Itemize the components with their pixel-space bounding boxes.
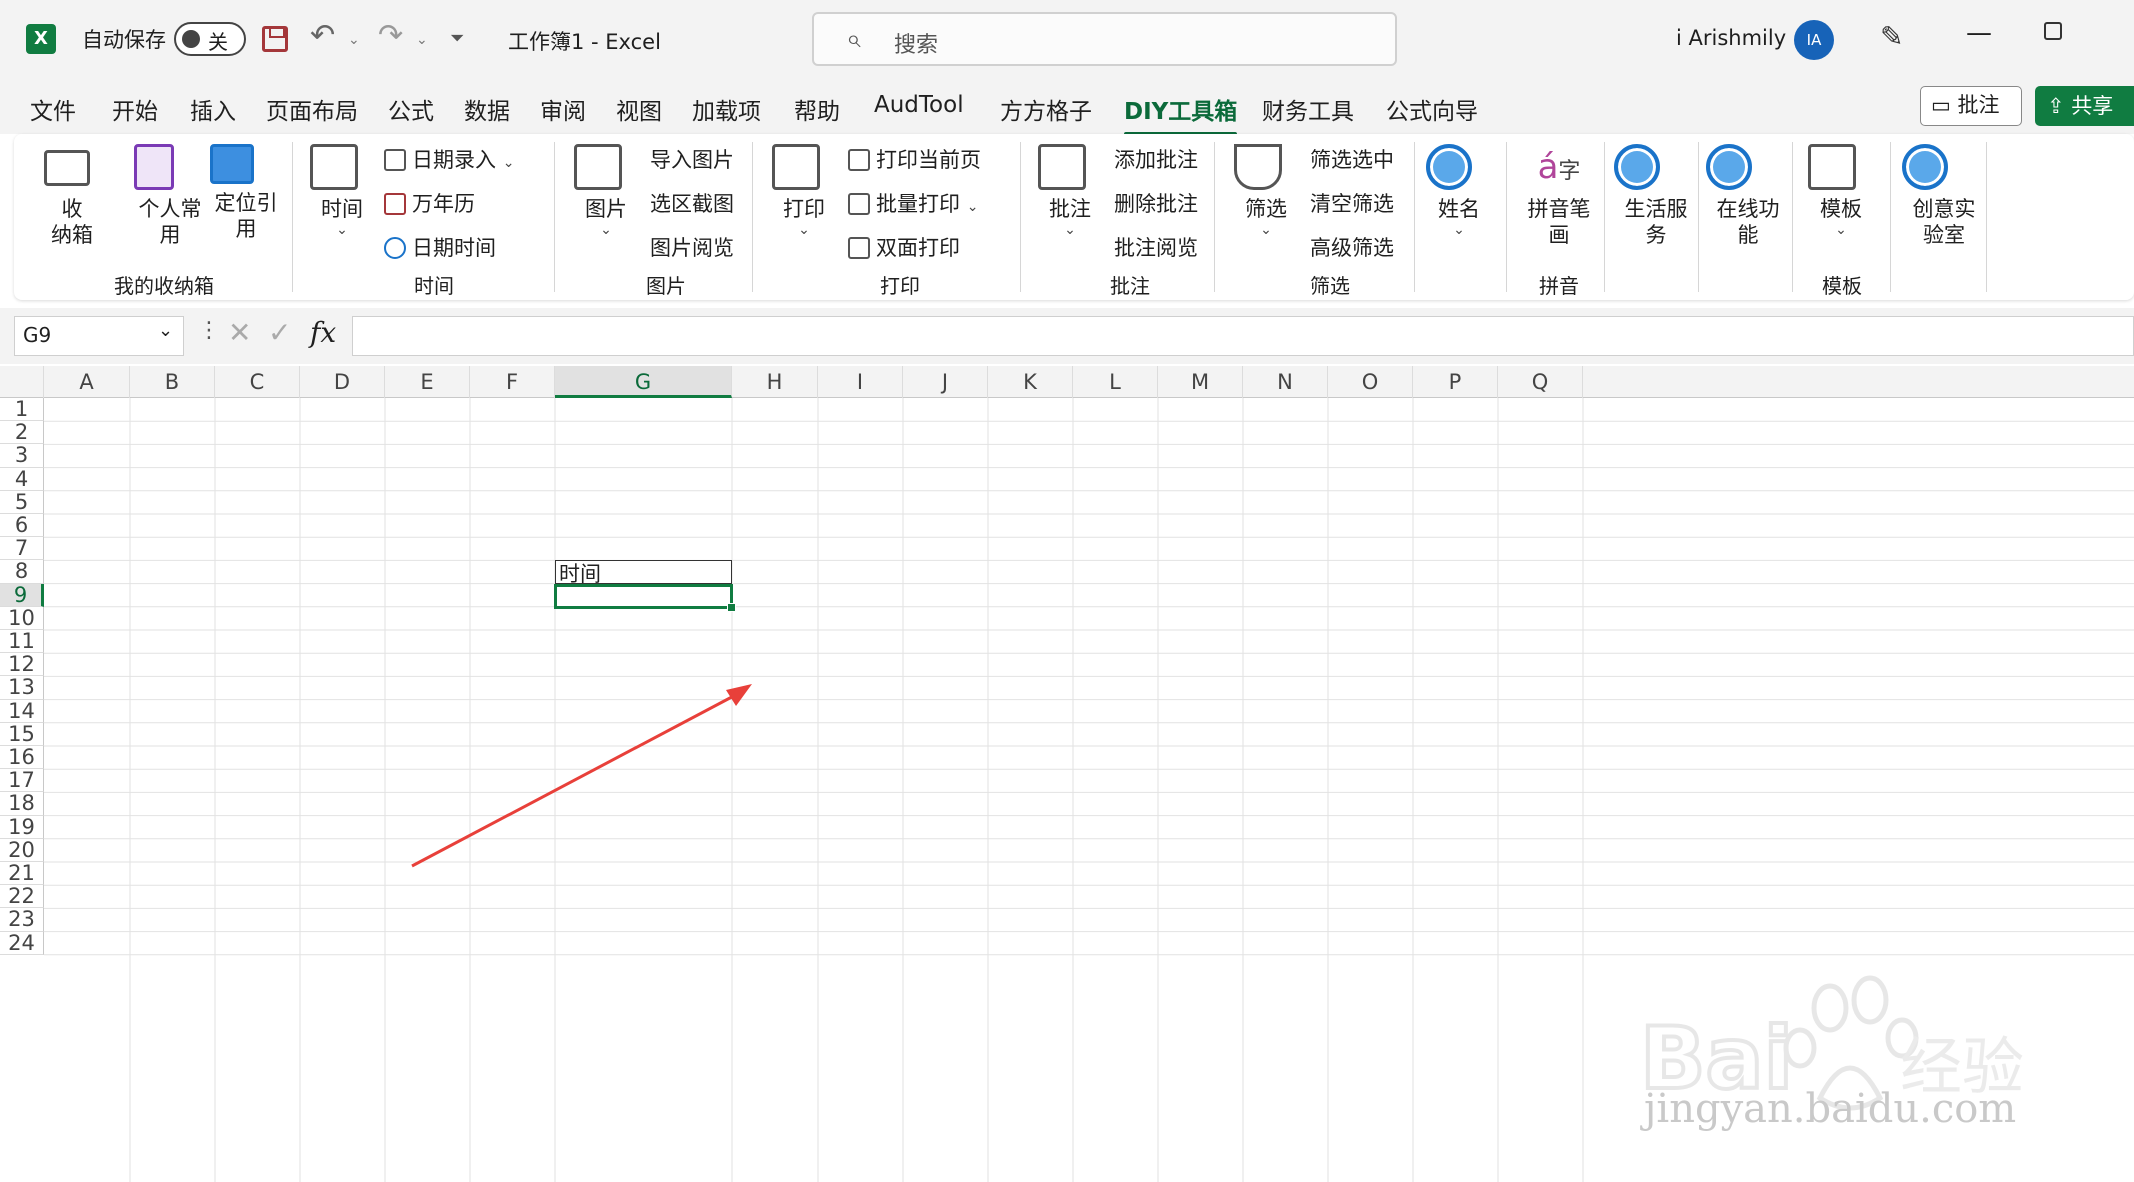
arrow-line xyxy=(411,688,746,868)
watermark-url: jingyan.baidu.com xyxy=(1644,1086,2017,1132)
arrow-head xyxy=(726,684,752,706)
